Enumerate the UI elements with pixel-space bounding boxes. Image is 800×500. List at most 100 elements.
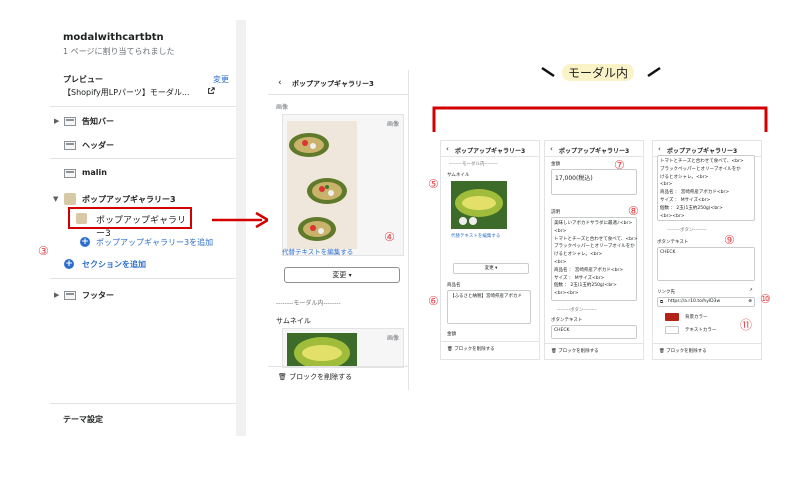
description-field[interactable]: トマトとチーズと合わせて食べて、<br> ブラックペッパーとオリーブオイルをか … xyxy=(657,155,755,221)
thumbnail-badge: 画像 xyxy=(386,335,399,342)
annotation-marker-7: ⑦ xyxy=(614,158,625,172)
edit-alt-text-link[interactable]: 代替テキストを編集する xyxy=(282,246,353,256)
desc-line: サイズ ： Mサイズ<br> xyxy=(660,197,711,203)
link-label: リンク先 xyxy=(657,290,675,295)
change-image-button[interactable]: 変更 ▾ xyxy=(453,263,529,274)
thumbnail-label: サムネイル xyxy=(447,173,470,178)
delete-block-button[interactable]: 🗑 ブロックを削除する xyxy=(447,346,495,352)
divider xyxy=(50,278,236,279)
divider xyxy=(50,403,236,404)
block-settings-panel: ‹ ポップアップギャラリー3 画像 画像 代替テキストを編集する ④ 変更 ▾ … xyxy=(268,70,409,390)
delete-label: ブロックを削除する xyxy=(558,349,599,354)
chevron-right-icon[interactable]: ▶ xyxy=(54,291,59,299)
annotation-marker-6: ⑥ xyxy=(428,294,439,308)
divider xyxy=(50,106,236,107)
external-link-icon[interactable]: ↗ xyxy=(749,288,753,293)
delete-block-button[interactable]: 🗑 ブロックを削除する xyxy=(551,348,599,354)
desc-line: 商品名 ： 宮崎県産アボカド<br> xyxy=(660,190,730,196)
divider xyxy=(545,343,643,344)
thumbnail-photo xyxy=(287,333,357,367)
button-text-field[interactable]: CHECK xyxy=(657,247,755,281)
button-text-label: ボタンテキスト xyxy=(657,240,689,245)
section-thumbnail-icon xyxy=(64,169,76,178)
delete-block-button[interactable]: 🗑 ブロックを削除する xyxy=(659,348,707,354)
chevron-down-icon[interactable]: ▼ xyxy=(53,195,58,203)
red-arrow xyxy=(212,211,271,229)
avocado-photo xyxy=(287,121,357,249)
annotation-marker-8: ⑧ xyxy=(628,204,639,218)
back-arrow-icon[interactable]: ‹ xyxy=(446,145,449,153)
desc-line: けるとオシャレ。<br> xyxy=(554,252,603,258)
annotation-marker-4: ④ xyxy=(384,230,395,244)
emphasis-stroke-icon xyxy=(647,66,661,78)
button-divider: --------ボタン-------- xyxy=(667,228,707,233)
add-block-button[interactable]: + ポップアップギャラリー3を追加 xyxy=(50,236,236,250)
divider xyxy=(653,343,761,344)
back-arrow-icon[interactable]: ‹ xyxy=(550,145,553,153)
divider xyxy=(441,156,539,157)
change-image-button[interactable]: 変更 ▾ xyxy=(284,267,400,283)
divider xyxy=(50,158,236,159)
section-label: フッター xyxy=(82,291,114,300)
desc-line: トマトとチーズと合わせて食べて、<br> xyxy=(554,236,638,242)
edit-alt-text-link[interactable]: 代替テキストを編集する xyxy=(451,233,500,239)
thumbnail-photo xyxy=(451,181,507,229)
section-thumbnail-icon xyxy=(64,117,76,126)
change-preview-link[interactable]: 変更 xyxy=(213,74,229,85)
product-name-field[interactable]: 【ふるさと納税】宮崎県産アボカド xyxy=(447,290,531,324)
text-color-swatch[interactable] xyxy=(665,326,679,334)
price-label: 金額 xyxy=(447,332,456,337)
bg-color-swatch[interactable] xyxy=(665,313,679,321)
divider xyxy=(545,156,643,157)
section-label: ヘッダー xyxy=(82,141,114,150)
clear-icon[interactable]: ⊗ xyxy=(748,299,752,304)
desc-line: ブラックペッパーとオリーブオイルをか xyxy=(660,166,741,172)
price-field[interactable]: 17,000(税込) xyxy=(551,169,637,195)
thumbnail-picker[interactable]: 画像 xyxy=(282,328,404,368)
thumbnail-label: サムネイル xyxy=(276,317,311,325)
trash-icon: 🗑 xyxy=(659,349,665,354)
section-thumbnail-icon xyxy=(64,291,76,300)
section-label: 告知バー xyxy=(82,117,114,126)
caret-down-icon: ▾ xyxy=(348,272,352,279)
section-malin[interactable]: malin xyxy=(50,166,236,182)
popup-gallery-block-selected[interactable]: ポップアップギャラリー3 xyxy=(68,207,192,239)
modal-heading: モーダル内 xyxy=(540,64,670,84)
chevron-right-icon[interactable]: ▶ xyxy=(54,117,59,125)
back-arrow-icon[interactable]: ‹ xyxy=(278,78,282,88)
description-field[interactable]: 美味しいアボカドサラダに最適♪<br> <br> トマトとチーズと合わせて食べて… xyxy=(551,217,638,301)
panel-header: ポップアップギャラリー3 xyxy=(559,148,630,155)
desc-line: 美味しいアボカドサラダに最適♪<br> xyxy=(554,221,633,226)
delete-block-button[interactable]: 🗑 ブロックを削除する xyxy=(278,372,352,382)
back-arrow-icon[interactable]: ‹ xyxy=(658,145,661,153)
section-popup-gallery[interactable]: ▼ ポップアップギャラリー3 xyxy=(50,192,236,208)
section-footer[interactable]: ▶ フッター xyxy=(50,288,236,304)
annotation-marker-5: ⑤ xyxy=(428,177,439,191)
section-header[interactable]: ヘッダー xyxy=(50,138,236,154)
section-announcement[interactable]: ▶ 告知バー xyxy=(50,114,236,130)
divider xyxy=(268,94,408,95)
delete-label: ブロックを削除する xyxy=(666,349,707,354)
trash-icon: 🗑 xyxy=(551,349,557,354)
delete-label: ブロックを削除する xyxy=(454,347,495,352)
link-field[interactable]: ⧉ https://a.r10.to/hylD3w ⊗ xyxy=(657,297,755,307)
modal-heading-title: モーダル内 xyxy=(562,64,635,81)
desc-line: <br> xyxy=(554,259,567,265)
desc-line: ブラックペッパーとオリーブオイルをか xyxy=(554,244,635,250)
desc-line: <br> xyxy=(660,182,673,188)
button-divider: --------ボタン-------- xyxy=(557,308,597,313)
section-label: ポップアップギャラリー3 xyxy=(82,195,176,204)
add-section-button[interactable]: + セクションを追加 xyxy=(50,258,236,272)
plus-circle-icon: + xyxy=(64,259,74,269)
trash-icon: 🗑 xyxy=(447,347,453,352)
panel-header: ポップアップギャラリー3 xyxy=(292,80,374,88)
desc-line: 個数 ： 2玉(1玉約250g)<br> xyxy=(660,205,723,211)
desc-line: サイズ ： Mサイズ<br> xyxy=(554,275,605,281)
theme-settings-link[interactable]: テーマ設定 xyxy=(63,414,103,425)
panel-header: ポップアップギャラリー3 xyxy=(455,148,526,155)
screenshot-panel-2: ‹ ポップアップギャラリー3 金額 17,000(税込) 説明 美味しいアボカド… xyxy=(544,140,644,360)
theme-sidebar: modalwithcartbtn 1 ページに割り当てられました プレビュー 変… xyxy=(50,20,236,436)
external-link-icon[interactable] xyxy=(207,87,215,95)
button-text-label: ボタンテキスト xyxy=(551,318,583,323)
button-text-field[interactable]: CHECK xyxy=(551,325,637,339)
